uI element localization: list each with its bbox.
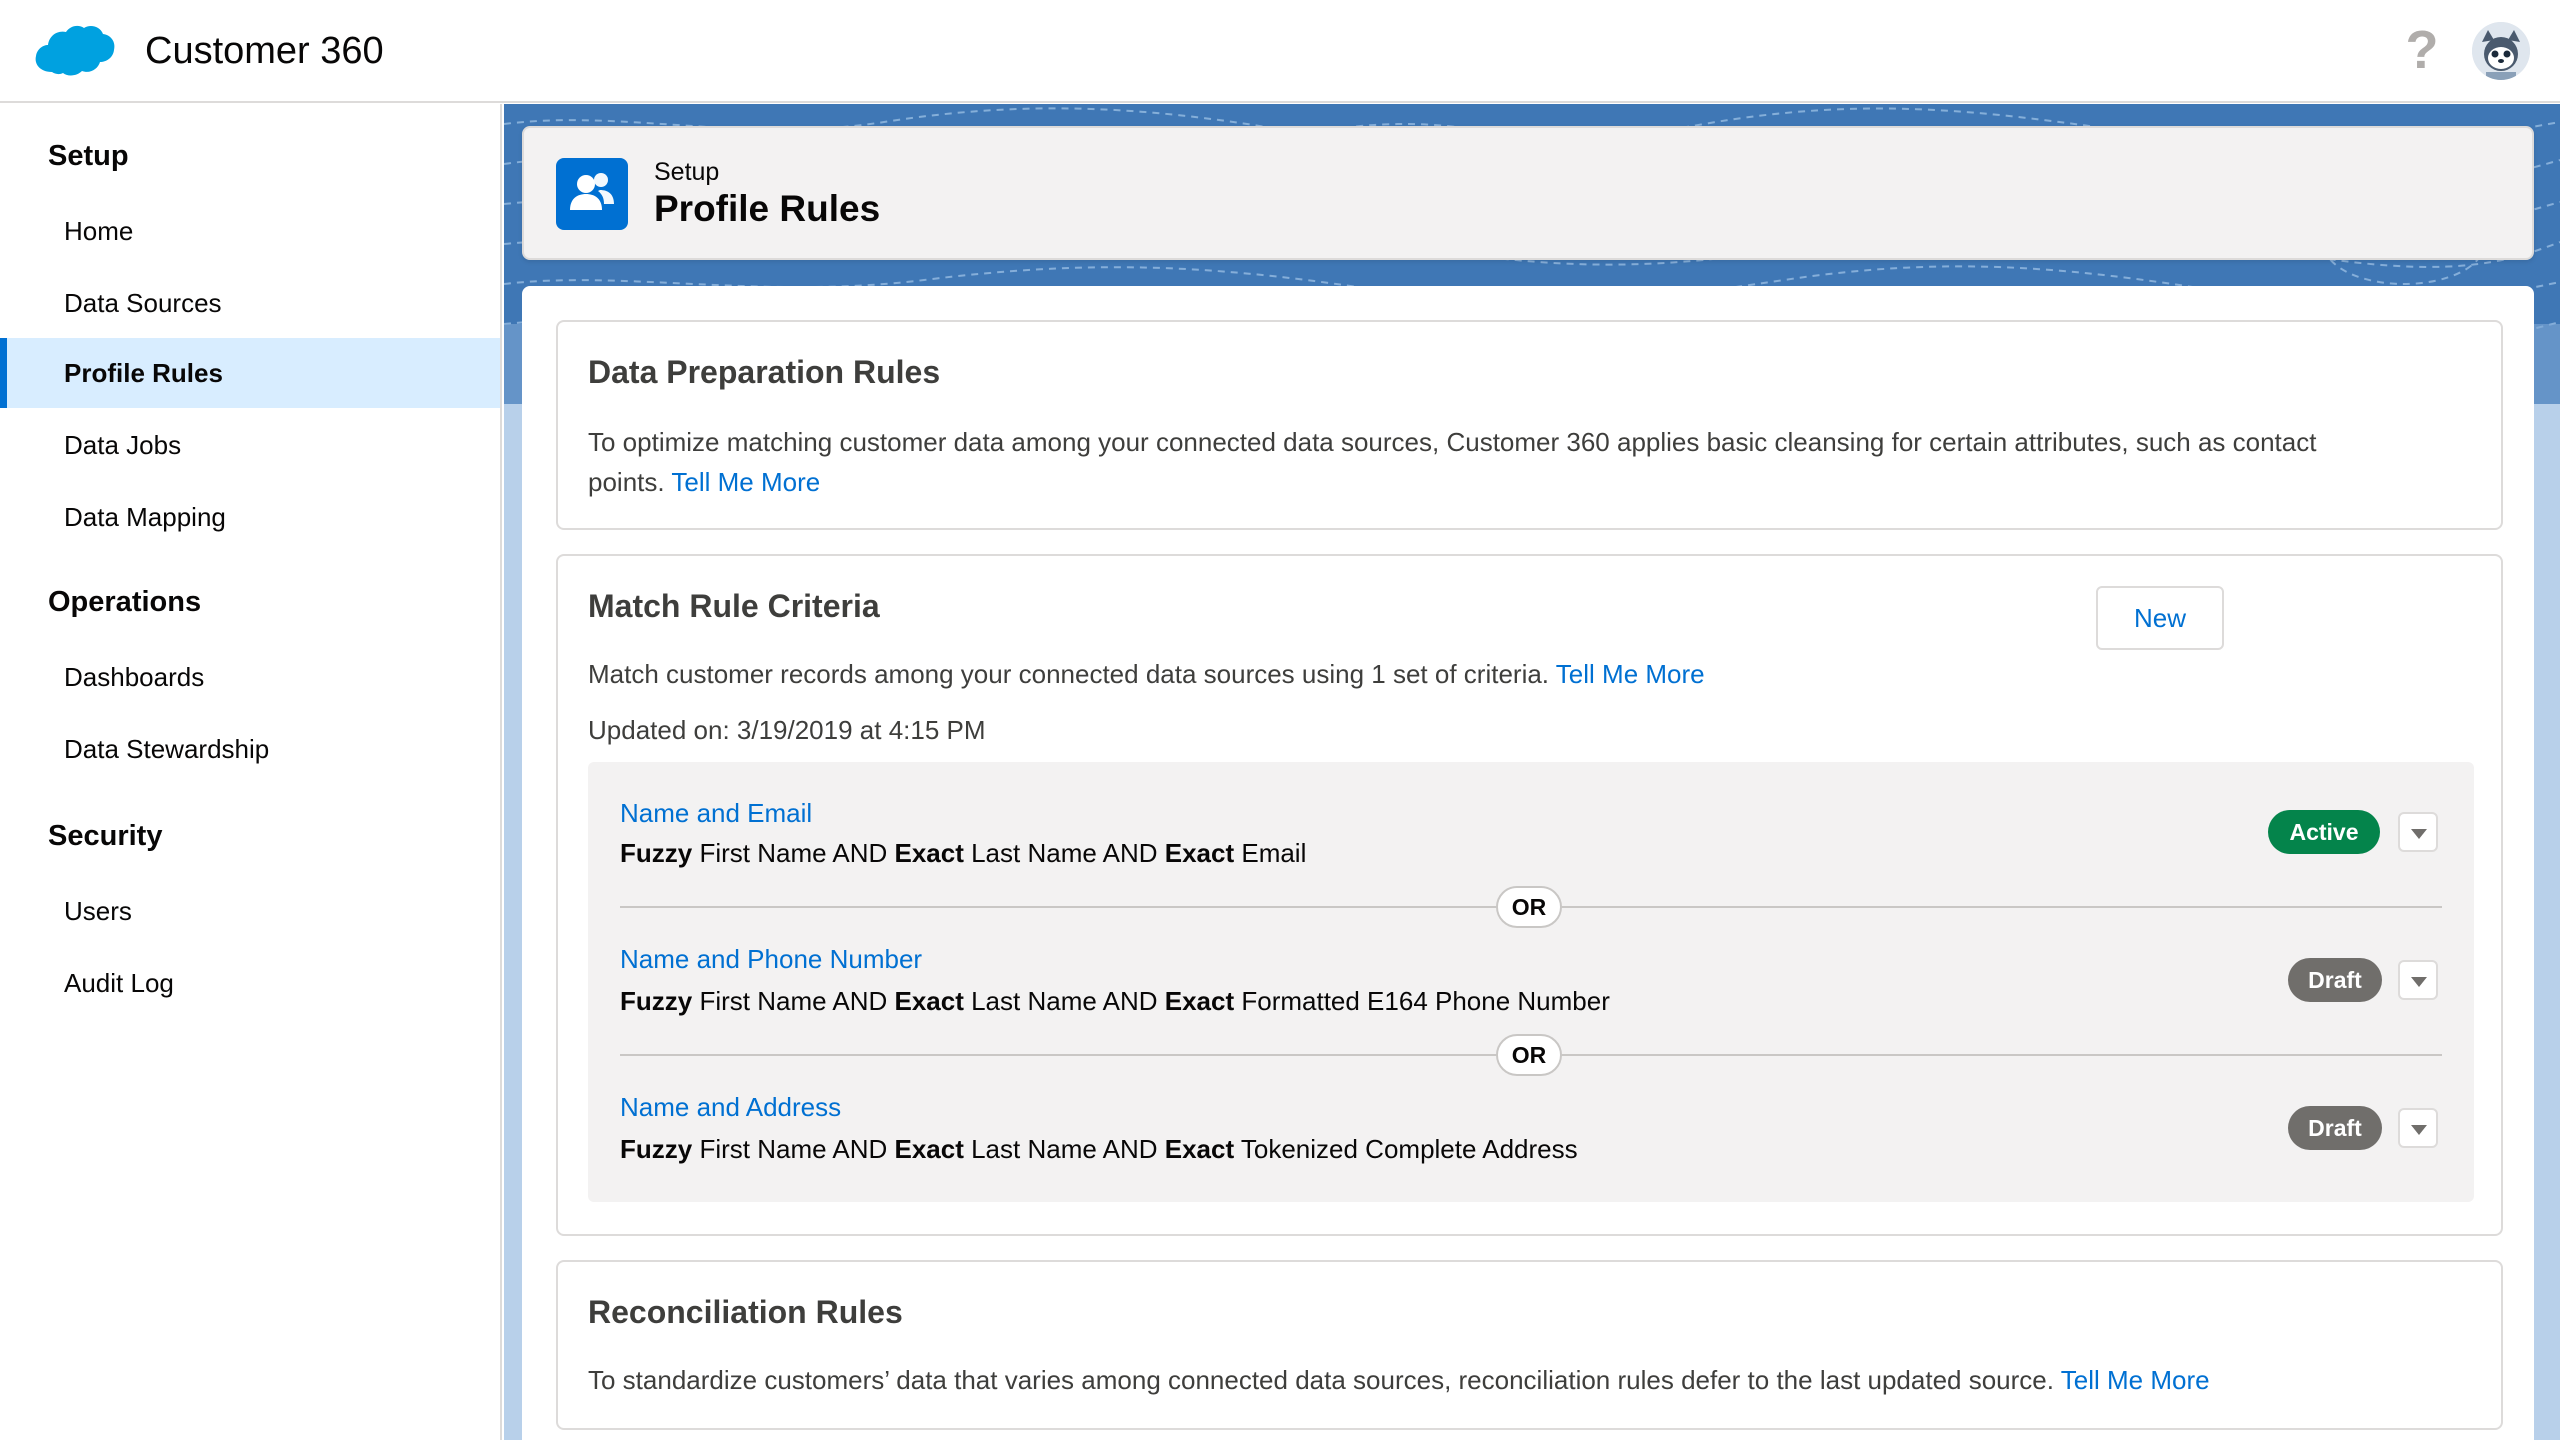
rule-name-link[interactable]: Name and Address — [620, 1092, 841, 1123]
data-prep-title: Data Preparation Rules — [588, 354, 941, 390]
rule-actions-dropdown[interactable] — [2398, 1108, 2438, 1148]
sidebar-item-data-mapping[interactable]: Data Mapping — [0, 482, 500, 552]
sidebar-item-home[interactable]: Home — [0, 196, 500, 266]
or-label: OR — [1496, 1034, 1562, 1076]
reconciliation-rules-card: Reconciliation Rules To standardize cust… — [556, 1260, 2503, 1430]
match-rules-updated: Updated on: 3/19/2019 at 4:15 PM — [588, 715, 986, 745]
section-title-security: Security — [48, 820, 163, 852]
global-header: Customer 360 ? — [0, 0, 2560, 103]
reconciliation-description: To standardize customers’ data that vari… — [588, 1365, 2054, 1395]
chevron-down-icon — [2411, 977, 2427, 987]
or-label: OR — [1496, 886, 1562, 928]
criteria-list: Name and Email Fuzzy First Name AND Exac… — [588, 762, 2474, 1202]
match-rules-title: Match Rule Criteria — [588, 588, 880, 624]
data-preparation-card: Data Preparation Rules To optimize match… — [556, 320, 2503, 530]
chevron-down-icon — [2411, 829, 2427, 839]
page-title: Profile Rules — [654, 188, 881, 229]
data-prep-tell-me-more-link[interactable]: Tell Me More — [671, 467, 820, 497]
chevron-down-icon — [2411, 1125, 2427, 1135]
data-prep-text-line1: To optimize matching customer data among… — [588, 427, 2317, 457]
match-rules-description: Match customer records among your connec… — [588, 659, 1550, 689]
section-title-setup: Setup — [48, 140, 129, 172]
match-rules-tell-me-more-link[interactable]: Tell Me More — [1556, 659, 1705, 689]
page-header: Setup Profile Rules — [522, 126, 2534, 260]
reconciliation-title: Reconciliation Rules — [588, 1294, 903, 1330]
rule-name-link[interactable]: Name and Email — [620, 798, 812, 829]
app-title: Customer 360 — [145, 30, 384, 72]
rule-description: Fuzzy First Name AND Exact Last Name AND… — [620, 1134, 1578, 1164]
sidebar-item-dashboards[interactable]: Dashboards — [0, 642, 500, 712]
status-badge: Draft — [2288, 1106, 2382, 1150]
sidebar-item-data-stewardship[interactable]: Data Stewardship — [0, 714, 500, 784]
astro-avatar-icon — [2472, 22, 2530, 80]
status-badge: Draft — [2288, 958, 2382, 1002]
sidebar-item-data-jobs[interactable]: Data Jobs — [0, 410, 500, 480]
page-eyebrow: Setup — [654, 158, 720, 186]
cloud-logo-icon[interactable] — [32, 20, 116, 80]
rule-description: Fuzzy First Name AND Exact Last Name AND… — [620, 986, 1610, 1016]
sidebar-item-audit-log[interactable]: Audit Log — [0, 948, 500, 1018]
match-rules-text: Match customer records among your connec… — [588, 654, 1705, 694]
sidebar-item-users[interactable]: Users — [0, 876, 500, 946]
rule-description: Fuzzy First Name AND Exact Last Name AND… — [620, 838, 1307, 868]
match-rule-criteria-card: Match Rule Criteria New Match customer r… — [556, 554, 2503, 1236]
avatar[interactable] — [2472, 22, 2530, 80]
sidebar-item-data-sources[interactable]: Data Sources — [0, 268, 500, 338]
rule-actions-dropdown[interactable] — [2398, 960, 2438, 1000]
reconciliation-text: To standardize customers’ data that vari… — [588, 1360, 2210, 1400]
help-icon[interactable]: ? — [2400, 22, 2444, 78]
reconciliation-tell-me-more-link[interactable]: Tell Me More — [2061, 1365, 2210, 1395]
setup-sidebar: Setup Home Data Sources Profile Rules Da… — [0, 104, 502, 1440]
data-prep-text-line2: points. Tell Me More — [588, 462, 820, 502]
people-icon — [556, 158, 628, 230]
new-rule-button[interactable]: New — [2096, 586, 2224, 650]
rule-name-link[interactable]: Name and Phone Number — [620, 944, 922, 975]
data-prep-text-points: points. — [588, 467, 665, 497]
status-badge: Active — [2268, 810, 2380, 854]
sidebar-item-profile-rules[interactable]: Profile Rules — [0, 338, 500, 408]
rule-actions-dropdown[interactable] — [2398, 812, 2438, 852]
section-title-operations: Operations — [48, 586, 202, 618]
